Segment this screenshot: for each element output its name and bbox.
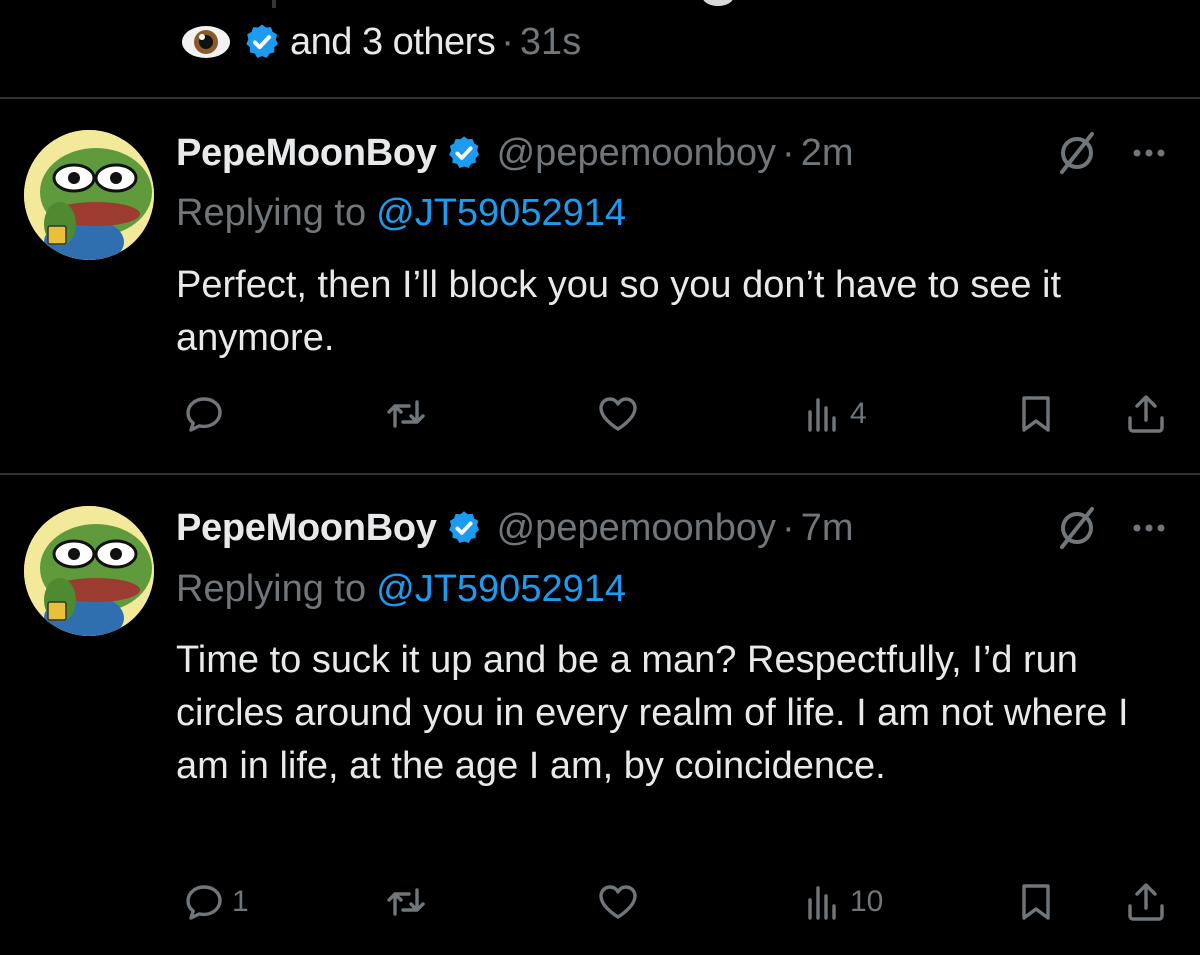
display-name[interactable]: PepeMoonBoy [176,507,437,550]
share-button[interactable] [1124,389,1168,439]
retweet-icon [387,400,425,428]
grok-icon[interactable] [1054,130,1100,176]
like-button[interactable] [596,389,646,439]
reply-button[interactable] [182,389,232,439]
reactors-row[interactable]: and 3 others · 31s [180,20,581,64]
replying-to: Replying to @JT59052914 [176,565,626,613]
views-button[interactable]: 10 [800,877,883,927]
action-bar: 4 [0,389,1200,439]
reply-to-link[interactable]: @JT59052914 [376,568,626,611]
handle[interactable]: @pepemoonboy [497,132,776,175]
partial-avatar [702,0,734,6]
action-bar: 1 10 [0,877,1200,927]
views-icon [808,886,836,920]
handle[interactable]: @pepemoonboy [497,507,776,550]
verified-badge-icon[interactable] [445,509,483,547]
timestamp[interactable]: 2m [801,132,854,175]
share-icon [1128,883,1164,921]
views-button[interactable]: 4 [800,389,867,439]
view-count: 10 [850,885,884,918]
share-button[interactable] [1124,877,1168,927]
eye-emoji-icon [182,26,230,58]
display-name[interactable]: PepeMoonBoy [176,132,437,175]
reply-icon [186,885,222,920]
share-icon [1128,395,1164,433]
previous-tweet-footer: and 3 others · 31s [0,0,1200,97]
tweet-text: Time to suck it up and be a man? Respect… [176,639,1129,787]
verified-badge-icon[interactable] [445,134,483,172]
separator-dot: · [782,131,795,174]
tweet-text: Perfect, then I’ll block you so you don’… [176,264,1062,359]
reply-count: 1 [232,885,249,918]
tweet[interactable]: PepeMoonBoy @pepemoonboy · 2m Replying t… [0,99,1200,473]
separator-dot: · [782,506,795,549]
heart-icon [599,885,637,919]
reactors-time: 31s [519,20,582,63]
avatar[interactable] [24,506,154,636]
reply-icon [186,397,222,432]
bookmark-button[interactable] [1014,877,1058,927]
pepe-avatar-icon [24,506,154,636]
reactors-text: and 3 others [290,20,496,63]
pepe-avatar-icon [24,130,154,260]
tweet[interactable]: PepeMoonBoy @pepemoonboy · 7m Replying t… [0,475,1200,955]
grok-icon[interactable] [1054,505,1100,551]
bookmark-icon [1022,884,1050,920]
replying-to-label: Replying to [176,191,367,234]
thread-line [272,0,276,8]
retweet-icon [387,888,425,916]
reply-to-link[interactable]: @JT59052914 [376,192,626,235]
more-options-icon[interactable] [1128,132,1170,174]
replying-to: Replying to @JT59052914 [176,189,626,237]
reply-button[interactable]: 1 [182,877,249,927]
tweet-header: PepeMoonBoy @pepemoonboy · 7m [176,503,854,553]
tweet-header: PepeMoonBoy @pepemoonboy · 2m [176,128,854,178]
timestamp[interactable]: 7m [801,507,854,550]
bookmark-button[interactable] [1014,389,1058,439]
bookmark-icon [1022,396,1050,432]
view-count: 4 [850,397,867,430]
avatar[interactable] [24,130,154,260]
separator-dot: · [501,20,514,63]
retweet-button[interactable] [384,389,434,439]
replying-to-label: Replying to [176,567,367,610]
heart-icon [599,397,637,431]
more-options-icon[interactable] [1128,507,1170,549]
like-button[interactable] [596,877,646,927]
verified-badge-icon [246,24,278,58]
views-icon [808,398,836,432]
retweet-button[interactable] [384,877,434,927]
